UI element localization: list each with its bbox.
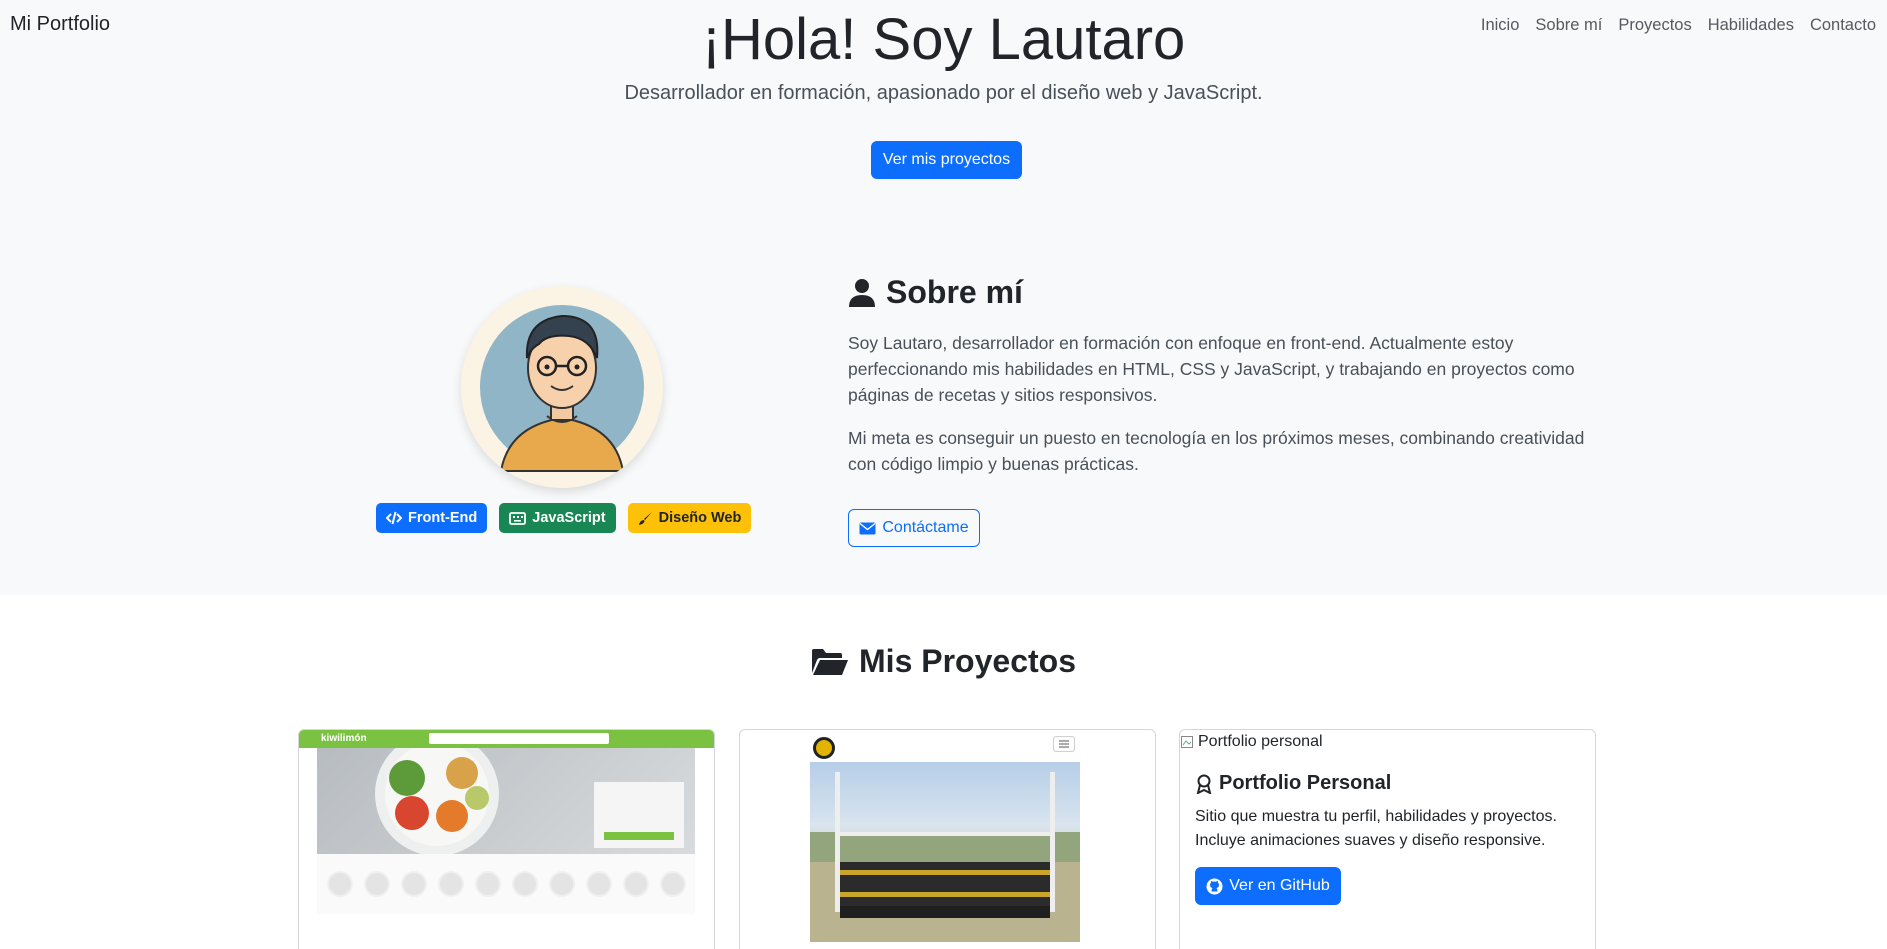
badge-label: Front-End [408, 510, 478, 526]
about-heading: Sobre mí [848, 274, 1023, 311]
project-card-portfolio: Portfolio personal Portfolio Personal Si… [1179, 729, 1596, 949]
dish-thumb [437, 871, 464, 897]
view-projects-button[interactable]: Ver mis proyectos [871, 141, 1022, 179]
dish-thumb [474, 871, 501, 897]
hero-subtitle: Desarrollador en formación, apasionado p… [624, 82, 1263, 104]
dish-thumb [622, 871, 649, 897]
dish-thumb [326, 871, 353, 897]
code-icon [386, 511, 402, 525]
dish-thumb [548, 871, 575, 897]
dish-thumb [659, 871, 686, 897]
club-logo [813, 737, 835, 759]
avatar [461, 286, 663, 488]
keyboard-icon [509, 511, 527, 525]
avatar-illustration [480, 305, 644, 472]
about-paragraph-2: Mi meta es conseguir un puesto en tecnol… [848, 428, 1585, 474]
card-description: Sitio que muestra tu perfil, habilidades… [1195, 808, 1557, 849]
screenshot-promo-button [604, 832, 674, 840]
screenshot-hero-image [317, 732, 695, 856]
dish-thumb [363, 871, 390, 897]
projects-title: Mis Proyectos [859, 643, 1076, 679]
screenshot-searchbar [429, 733, 609, 744]
image-alt-text: Portfolio personal [1198, 733, 1323, 750]
screenshot-logo: kiwilimón [321, 733, 367, 744]
team-photo-illustration [810, 772, 1080, 942]
badge-diseno-web: Diseño Web [627, 503, 752, 533]
card-title: Portfolio Personal [1195, 772, 1391, 795]
dish-thumb [400, 871, 427, 897]
contact-button[interactable]: Contáctame [848, 509, 980, 547]
github-button-label: Ver en GitHub [1229, 877, 1330, 894]
broken-image-placeholder: Portfolio personal [1180, 733, 1323, 751]
about-paragraph-1: Soy Lautaro, desarrollador en formación … [848, 333, 1575, 405]
badge-label: Diseño Web [658, 510, 742, 526]
card-title-text: Portfolio Personal [1219, 772, 1392, 794]
badge-front-end: Front-End [376, 503, 488, 533]
envelope-icon [859, 522, 876, 534]
contact-button-label: Contáctame [882, 519, 969, 536]
dish-thumb [585, 871, 612, 897]
hamburger-menu-icon [1053, 736, 1075, 752]
user-icon [849, 278, 875, 307]
dish-thumb [511, 871, 538, 897]
folder-open-icon [812, 648, 849, 675]
broken-image-icon [1181, 736, 1193, 748]
projects-heading: Mis Proyectos [0, 643, 1887, 680]
github-button[interactable]: Ver en GitHub [1195, 867, 1341, 905]
github-icon [1206, 878, 1223, 894]
skill-badges: Front-End JavaScript Diseño Web [376, 503, 752, 533]
about-title: Sobre mí [886, 274, 1023, 310]
project-card-recipes: kiwilimón [298, 729, 715, 949]
badge-label: JavaScript [532, 510, 606, 526]
hero-title: ¡Hola! Soy Lautaro [701, 7, 1186, 72]
screenshot-category-strip [317, 854, 695, 914]
screenshot-promo-panel [594, 782, 684, 848]
badge-javascript: JavaScript [499, 503, 616, 533]
award-icon [1196, 774, 1212, 794]
brush-icon [638, 511, 652, 525]
team-photo [810, 762, 1080, 942]
project-card-rugby [739, 729, 1156, 949]
